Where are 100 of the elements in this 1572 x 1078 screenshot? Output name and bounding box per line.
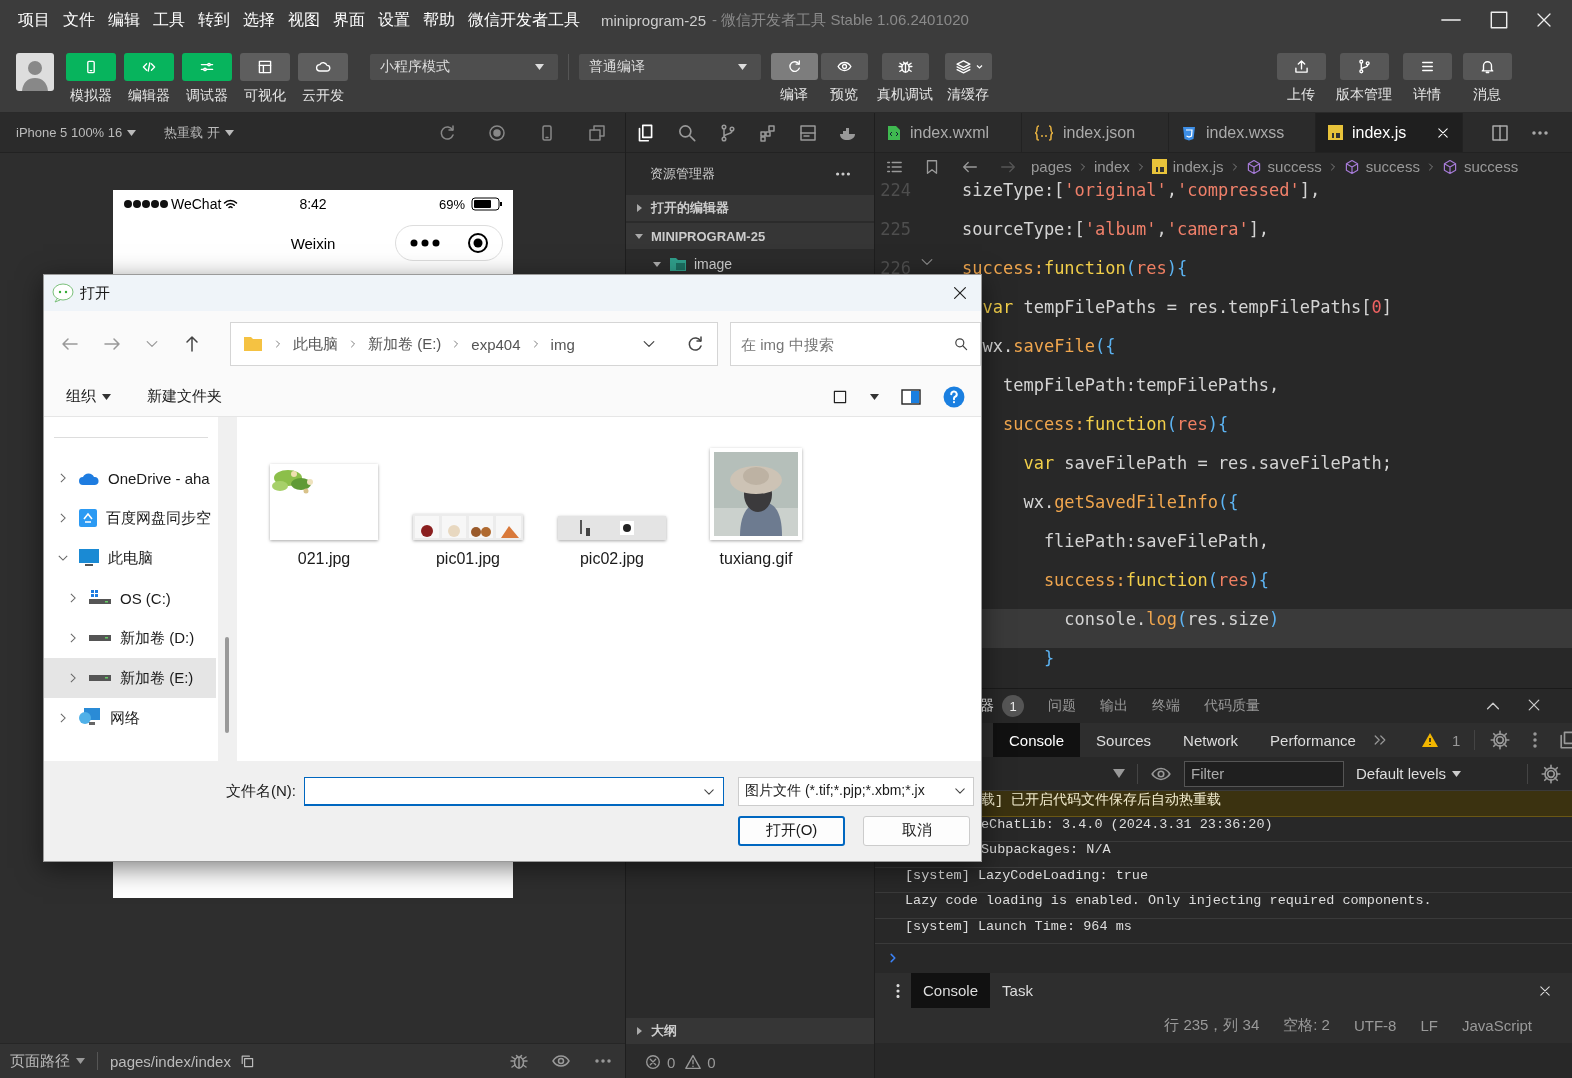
drawer-tab[interactable]: Console <box>911 973 991 1008</box>
toolbar-button[interactable]: 真机调试 <box>877 53 933 104</box>
tree-item[interactable]: OneDrive - aha <box>44 458 216 498</box>
page-title: Weixin <box>290 234 336 252</box>
path-segment[interactable]: exp404 <box>471 335 521 353</box>
warning-count: 1 <box>1451 731 1461 749</box>
tree-item[interactable]: OS (C:) <box>44 578 216 618</box>
code-line: success:function(res){ <box>1001 414 1229 436</box>
organize-menu[interactable]: 组织 <box>66 387 111 406</box>
file-item[interactable]: pic02.jpg <box>540 447 684 568</box>
section-header[interactable]: MINIPROGRAM-25 <box>626 223 874 249</box>
levels-dropdown[interactable]: Default levels <box>1356 765 1462 782</box>
section-header[interactable]: 打开的编辑器 <box>626 195 874 221</box>
toolbar-button[interactable]: 版本管理 <box>1336 53 1392 104</box>
file-name: pic02.jpg <box>579 550 644 568</box>
section-header[interactable]: 大纲 <box>626 1018 874 1044</box>
cancel-button[interactable]: 取消 <box>863 815 970 846</box>
battery-percent: 69% <box>438 196 465 212</box>
devtools-tab[interactable]: Network <box>1167 723 1255 757</box>
tree-item[interactable]: 网络 <box>44 698 216 738</box>
menu-item[interactable]: 编辑 <box>108 9 140 31</box>
menu-item[interactable]: 转到 <box>198 9 230 31</box>
devtools-tab[interactable]: Sources <box>1080 723 1168 757</box>
breadcrumb-item[interactable]: success <box>1463 158 1519 175</box>
devtools-tab[interactable]: Console <box>993 723 1081 757</box>
menu-item[interactable]: 文件 <box>63 9 95 31</box>
toolbar-button[interactable]: 清缓存 <box>943 53 993 104</box>
code-line: wx.getSavedFileInfo({ <box>1022 492 1239 514</box>
toolbar-button[interactable]: 预览 <box>819 53 869 104</box>
filter-field[interactable]: Filter <box>1184 760 1344 787</box>
new-folder-button[interactable]: 新建文件夹 <box>147 387 222 406</box>
address-bar[interactable]: 此电脑 新加卷 (E:) exp404 img <box>230 322 718 366</box>
panel-tab[interactable]: 终端 <box>1152 697 1180 715</box>
menu-item[interactable]: 界面 <box>333 9 365 31</box>
file-item[interactable]: pic01.jpg <box>396 447 540 568</box>
menu-item[interactable]: 工具 <box>153 9 185 31</box>
folder-row[interactable]: image <box>626 251 874 277</box>
view-toggle-button[interactable]: 云开发 <box>298 53 348 105</box>
file-name: 021.jpg <box>297 550 351 568</box>
search-field[interactable]: 在 img 中搜索 <box>730 322 981 366</box>
menu-item[interactable]: 设置 <box>378 9 410 31</box>
path-segment[interactable]: 此电脑 <box>293 334 338 354</box>
cursor-position[interactable]: 行 235，列 34 <box>1164 1016 1260 1035</box>
hot-reload-toggle[interactable]: 热重载 开 <box>164 123 234 142</box>
breadcrumb-item[interactable]: success <box>1267 158 1322 175</box>
breadcrumb-item[interactable]: pages <box>1031 158 1072 175</box>
line-ending[interactable]: LF <box>1420 1017 1438 1034</box>
devtools-tab[interactable]: Performance <box>1254 723 1372 757</box>
console-message: [system] Launch Time: 964 ms <box>875 918 1572 944</box>
clock-time: 8:42 <box>299 196 327 212</box>
tree-item[interactable]: 新加卷 (D:) <box>44 618 216 658</box>
file-item[interactable]: 021.jpg <box>252 447 396 568</box>
file-name: tuxiang.gif <box>719 550 793 568</box>
path-segment[interactable]: img <box>550 335 575 353</box>
indent-setting[interactable]: 空格: 2 <box>1283 1016 1330 1035</box>
toolbar-button[interactable]: 消息 <box>1462 53 1512 104</box>
view-toggle-button[interactable]: 模拟器 <box>66 53 116 105</box>
code-line: wx.saveFile({ <box>981 336 1116 358</box>
encoding[interactable]: UTF-8 <box>1353 1017 1397 1034</box>
folder-name: image <box>694 256 733 272</box>
panel-tab[interactable]: 输出 <box>1100 697 1128 715</box>
file-type-dropdown[interactable]: 图片文件 (*.tif;*.pjp;*.xbm;*.jx <box>738 776 974 806</box>
panel-tab[interactable]: 问题 <box>1048 697 1076 715</box>
device-dropdown[interactable]: iPhone 5 100% 16 <box>16 125 137 140</box>
tree-item[interactable]: 新加卷 (E:) <box>44 658 216 698</box>
panel-tab[interactable]: 器 <box>980 697 994 715</box>
path-segment[interactable]: 新加卷 (E:) <box>368 334 442 354</box>
file-name: pic01.jpg <box>435 550 500 568</box>
breadcrumb-item[interactable]: success <box>1365 158 1420 175</box>
page-path-dropdown[interactable]: 页面路径 <box>10 1051 85 1071</box>
menu-item[interactable]: 帮助 <box>423 9 455 31</box>
menu-item[interactable]: 微信开发者工具 <box>468 9 580 31</box>
toolbar-button[interactable]: 编译 <box>769 53 819 104</box>
menu-item[interactable]: 选择 <box>243 9 275 31</box>
code-line: fliePath:saveFilePath, <box>1042 531 1270 553</box>
view-toggle-button[interactable]: 可视化 <box>240 53 290 105</box>
drawer-tab[interactable]: Task <box>990 973 1045 1008</box>
tree-item[interactable]: 百度网盘同步空 <box>44 498 216 538</box>
file-tab[interactable]: index.wxml <box>875 113 1022 152</box>
view-toggle-button[interactable]: 编辑器 <box>124 53 174 105</box>
language-mode[interactable]: JavaScript <box>1461 1017 1532 1034</box>
menu-item[interactable]: 项目 <box>18 9 50 31</box>
panel-tab[interactable]: 代码质量 <box>1204 697 1260 715</box>
tree-item[interactable]: 此电脑 <box>44 538 216 578</box>
toolbar-button[interactable]: 上传 <box>1276 53 1326 104</box>
open-button[interactable]: 打开(O) <box>738 815 845 846</box>
code-line: console.log(res.size) <box>1063 609 1280 631</box>
file-tab[interactable]: index.js <box>1316 113 1463 152</box>
file-tab[interactable]: index.json <box>1022 113 1169 152</box>
file-item[interactable]: tuxiang.gif <box>684 447 828 568</box>
compile-mode-dropdown[interactable]: 普通编译 <box>579 54 761 80</box>
field-label: 文件名(N): <box>226 781 296 801</box>
code-line: sizeType:['original','compressed'], <box>962 180 1321 202</box>
view-toggle-button[interactable]: 调试器 <box>182 53 232 105</box>
breadcrumb-item[interactable]: index.js <box>1172 158 1224 175</box>
toolbar-button[interactable]: 详情 <box>1402 53 1452 104</box>
menu-item[interactable]: 视图 <box>288 9 320 31</box>
breadcrumb-item[interactable]: index <box>1093 158 1130 175</box>
code-line: var saveFilePath = res.saveFilePath; <box>1022 453 1392 475</box>
mode-dropdown[interactable]: 小程序模式 <box>370 54 558 80</box>
